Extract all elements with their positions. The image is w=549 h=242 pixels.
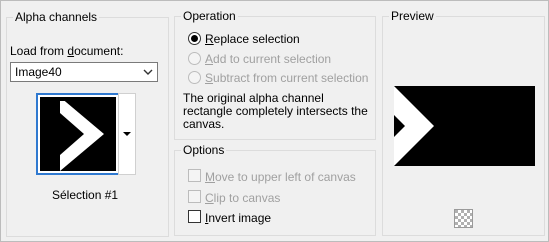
operation-description: The original alpha channel rectangle com… [183, 91, 368, 131]
dropdown-arrow-icon [123, 132, 131, 136]
clip-to-canvas-label[interactable]: Clip to canvas [205, 191, 280, 205]
operation-title: Operation [181, 8, 238, 24]
clip-to-canvas-checkbox[interactable] [188, 190, 201, 203]
subtract-selection-label[interactable]: Subtract from current selection [205, 71, 368, 85]
add-selection-radio[interactable] [188, 52, 201, 65]
chevron-down-icon [143, 69, 153, 75]
document-select[interactable]: Image40 [10, 62, 158, 82]
options-title: Options [181, 142, 227, 158]
alpha-channel-thumbnail[interactable] [36, 93, 120, 175]
replace-selection-label[interactable]: Replace selection [205, 32, 300, 46]
load-from-document-label: Load from document: [10, 44, 124, 58]
transparency-checker-icon[interactable] [454, 209, 473, 228]
move-upper-left-checkbox[interactable] [188, 169, 201, 182]
subtract-selection-radio[interactable] [188, 71, 201, 84]
replace-selection-radio[interactable] [188, 32, 201, 45]
preview-canvas [394, 86, 535, 166]
selection-caption: Sélection #1 [52, 188, 119, 202]
invert-image-label[interactable]: Invert image [205, 211, 271, 225]
thumbnail-dropdown-button[interactable] [118, 93, 136, 175]
add-selection-label[interactable]: Add to current selection [205, 52, 331, 66]
preview-title: Preview [389, 8, 436, 24]
preview-image [394, 86, 535, 166]
move-upper-left-label[interactable]: Move to upper left of canvas [205, 170, 356, 184]
document-select-value: Image40 [15, 65, 62, 79]
alpha-channels-title: Alpha channels [13, 9, 100, 25]
invert-image-checkbox[interactable] [188, 210, 201, 223]
selection-thumbnail-icon [40, 97, 116, 171]
